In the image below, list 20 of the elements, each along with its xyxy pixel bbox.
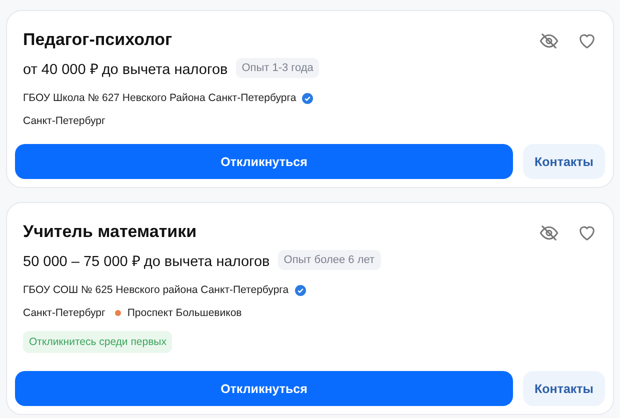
employer-name[interactable]: ГБОУ Школа № 627 Невского Района Санкт-Петербурга <box>23 92 296 104</box>
contacts-button[interactable]: Контакты <box>523 371 605 406</box>
experience-tag: Опыт 1-3 года <box>236 58 320 78</box>
employer-name[interactable]: ГБОУ СОШ № 625 Невского района Санкт-Петербурга <box>23 284 289 296</box>
contacts-button[interactable]: Контакты <box>523 144 605 179</box>
respond-button[interactable]: Откликнуться <box>15 371 513 406</box>
hide-icon[interactable] <box>539 223 559 243</box>
hide-icon[interactable] <box>539 31 559 51</box>
heart-icon[interactable] <box>577 31 597 51</box>
city: Санкт-Петербург <box>23 307 106 319</box>
respond-button[interactable]: Откликнуться <box>15 144 513 179</box>
early-response-badge: Откликнитесь среди первых <box>23 331 172 353</box>
salary: 50 000 – 75 000 ₽ до вычета налогов <box>23 253 270 270</box>
vacancy-title[interactable]: Педагог-психолог <box>23 30 597 50</box>
city: Санкт-Петербург <box>23 115 106 127</box>
vacancy-title[interactable]: Учитель математики <box>23 222 597 242</box>
salary: от 40 000 ₽ до вычета налогов <box>23 61 228 78</box>
heart-icon[interactable] <box>577 223 597 243</box>
experience-tag: Опыт более 6 лет <box>278 250 381 270</box>
metro-station: Проспект Большевиков <box>127 307 242 319</box>
